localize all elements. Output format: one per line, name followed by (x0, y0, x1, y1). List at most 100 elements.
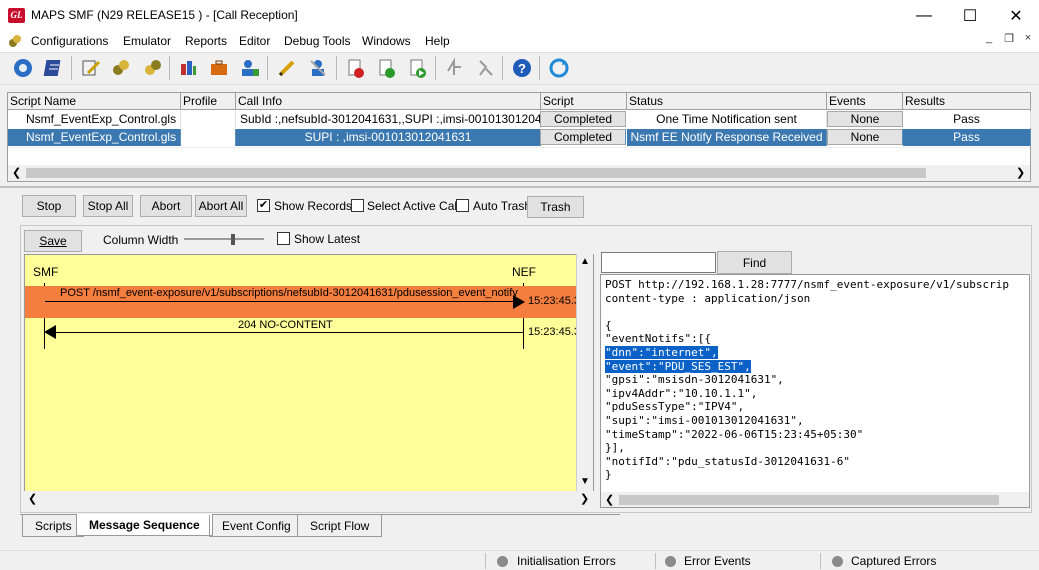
table-row[interactable]: Nsmf_EventExp_Control.gls SubId :,nefsub… (8, 111, 1031, 128)
menu-windows[interactable]: Windows (362, 34, 411, 48)
stop-button[interactable]: Stop (22, 195, 76, 217)
show-records-label: Show Records (274, 199, 353, 213)
lane-left-label: SMF (33, 265, 59, 279)
bars-icon[interactable] (175, 55, 201, 81)
show-latest-checkbox[interactable] (277, 232, 290, 245)
mdi-minimize-button[interactable]: _ (980, 32, 998, 44)
menu-configurations[interactable]: Configurations (31, 34, 108, 48)
minimize-button[interactable]: — (901, 0, 947, 31)
user-config-icon[interactable] (305, 55, 331, 81)
col-header-results[interactable]: Results (903, 93, 1031, 110)
menu-debug-tools[interactable]: Debug Tools (284, 34, 351, 48)
mdi-close-button[interactable]: × (1019, 32, 1037, 44)
doc-red-icon[interactable] (343, 55, 369, 81)
find-input[interactable] (601, 252, 716, 273)
abort-all-button[interactable]: Abort All (195, 195, 247, 217)
scroll-down-icon[interactable]: ▼ (580, 476, 590, 487)
title-bar: GL MAPS SMF (N29 RELEASE15 ) - [Call Rec… (0, 0, 1039, 31)
error-events-label[interactable]: Error Events (684, 554, 751, 568)
user-lock-icon[interactable] (237, 55, 263, 81)
tab-script-flow[interactable]: Script Flow (297, 515, 383, 537)
col-header-script-name[interactable]: Script Name (8, 93, 181, 110)
pencil-icon[interactable] (274, 55, 300, 81)
doc-green-icon[interactable] (374, 55, 400, 81)
cell-call-info: SubId :,nefsubId-3012041631,,SUPI :,imsi… (236, 111, 541, 128)
auto-trash-checkbox[interactable] (456, 199, 469, 212)
menu-editor[interactable]: Editor (239, 34, 270, 48)
sequence-horizontal-scrollbar[interactable]: ❮ ❯ (24, 491, 594, 508)
tab-message-sequence[interactable]: Message Sequence (76, 514, 213, 536)
message-row-1[interactable]: POST /nsmf_event-exposure/v1/subscriptio… (25, 286, 593, 318)
show-records-checkbox[interactable]: ✔ (257, 199, 270, 212)
transfer-icon[interactable] (441, 55, 467, 81)
help-icon[interactable]: ? (509, 55, 535, 81)
maximize-button[interactable]: ☐ (947, 0, 993, 31)
cell-events-button[interactable]: None (827, 111, 903, 127)
empty-row (8, 147, 1030, 164)
cell-script-name: Nsmf_EventExp_Control.gls (8, 111, 181, 128)
col-header-call-info[interactable]: Call Info (236, 93, 541, 110)
scroll-left-icon[interactable]: ❮ (12, 166, 21, 179)
raw-line: POST http://192.168.1.28:7777/nsmf_event… (605, 278, 1009, 291)
scroll-right-icon[interactable]: ❯ (580, 492, 589, 505)
col-header-script-execution[interactable]: Script Execution (541, 93, 627, 124)
col-header-profile[interactable]: Profile (181, 93, 236, 110)
notes-icon[interactable] (41, 55, 67, 81)
settings-gear-icon[interactable] (10, 55, 36, 81)
app-menu-icon[interactable] (8, 34, 22, 48)
release-icon[interactable] (472, 55, 498, 81)
refresh-icon[interactable] (546, 55, 572, 81)
menu-help[interactable]: Help (425, 34, 450, 48)
col-header-status[interactable]: Status (627, 93, 827, 110)
briefcase-icon[interactable] (206, 55, 232, 81)
cell-call-info: SUPI : ,imsi-001013012041631 (236, 129, 541, 146)
message-label: 204 NO-CONTENT (238, 319, 333, 331)
scroll-left-icon[interactable]: ❮ (605, 493, 614, 506)
arrow-left-icon (44, 325, 56, 339)
scroll-left-icon[interactable]: ❮ (28, 492, 37, 505)
tab-event-config[interactable]: Event Config (209, 515, 303, 537)
script-edit-icon[interactable] (78, 55, 104, 81)
select-active-call-checkbox[interactable] (351, 199, 364, 212)
cell-execution-button[interactable]: Completed (540, 111, 626, 127)
script-grid: Script Name Profile Call Info Script Exe… (7, 92, 1031, 182)
message-row-2[interactable]: 204 NO-CONTENT 15:23:45.327 (25, 318, 593, 348)
gears-alt-icon[interactable] (140, 55, 166, 81)
splitter[interactable] (0, 183, 1039, 193)
col-header-events[interactable]: Events (827, 93, 903, 110)
grid-horizontal-scrollbar[interactable]: ❮ ❯ (8, 165, 1030, 181)
abort-button[interactable]: Abort (140, 195, 192, 217)
cell-execution-button[interactable]: Completed (540, 129, 626, 145)
message-sequence-view: SMF NEF POST /nsmf_event-exposure/v1/sub… (24, 254, 594, 508)
raw-horizontal-scrollbar[interactable]: ❮ (601, 492, 1029, 507)
column-width-slider[interactable] (184, 234, 264, 245)
slider-thumb[interactable] (231, 234, 235, 245)
scroll-thumb[interactable] (619, 495, 999, 505)
table-row-selected[interactable]: Nsmf_EventExp_Control.gls SUPI : ,imsi-0… (8, 129, 1031, 146)
initialisation-errors-label[interactable]: Initialisation Errors (517, 554, 616, 568)
close-button[interactable]: ✕ (993, 0, 1039, 31)
status-bar: Initialisation Errors Error Events Captu… (0, 550, 1039, 570)
raw-line: "pduSessType":"IPV4", (605, 400, 745, 414)
trash-button[interactable]: Trash (527, 196, 584, 218)
find-button[interactable]: Find (717, 251, 792, 274)
stop-all-button[interactable]: Stop All (83, 195, 133, 217)
tab-scripts[interactable]: Scripts (22, 515, 84, 537)
mdi-restore-button[interactable]: ❐ (1000, 32, 1018, 45)
gears-icon[interactable] (108, 55, 134, 81)
message-arrow-line (53, 332, 523, 333)
menu-emulator[interactable]: Emulator (123, 34, 171, 48)
cell-events-button[interactable]: None (827, 129, 903, 145)
raw-line: "ipv4Addr":"10.10.1.1", (605, 386, 758, 400)
scroll-up-icon[interactable]: ▲ (580, 256, 590, 267)
raw-message-view[interactable]: POST http://192.168.1.28:7777/nsmf_event… (600, 274, 1030, 508)
sequence-vertical-scrollbar[interactable]: ▲ ▼ (576, 254, 593, 491)
menu-reports[interactable]: Reports (185, 34, 227, 48)
scroll-thumb[interactable] (26, 168, 926, 178)
doc-play-icon[interactable] (405, 55, 431, 81)
svg-text:?: ? (518, 61, 526, 76)
save-button[interactable]: Save (24, 230, 82, 252)
captured-errors-label[interactable]: Captured Errors (851, 554, 936, 568)
app-logo-icon: GL (8, 8, 25, 23)
scroll-right-icon[interactable]: ❯ (1016, 166, 1025, 179)
